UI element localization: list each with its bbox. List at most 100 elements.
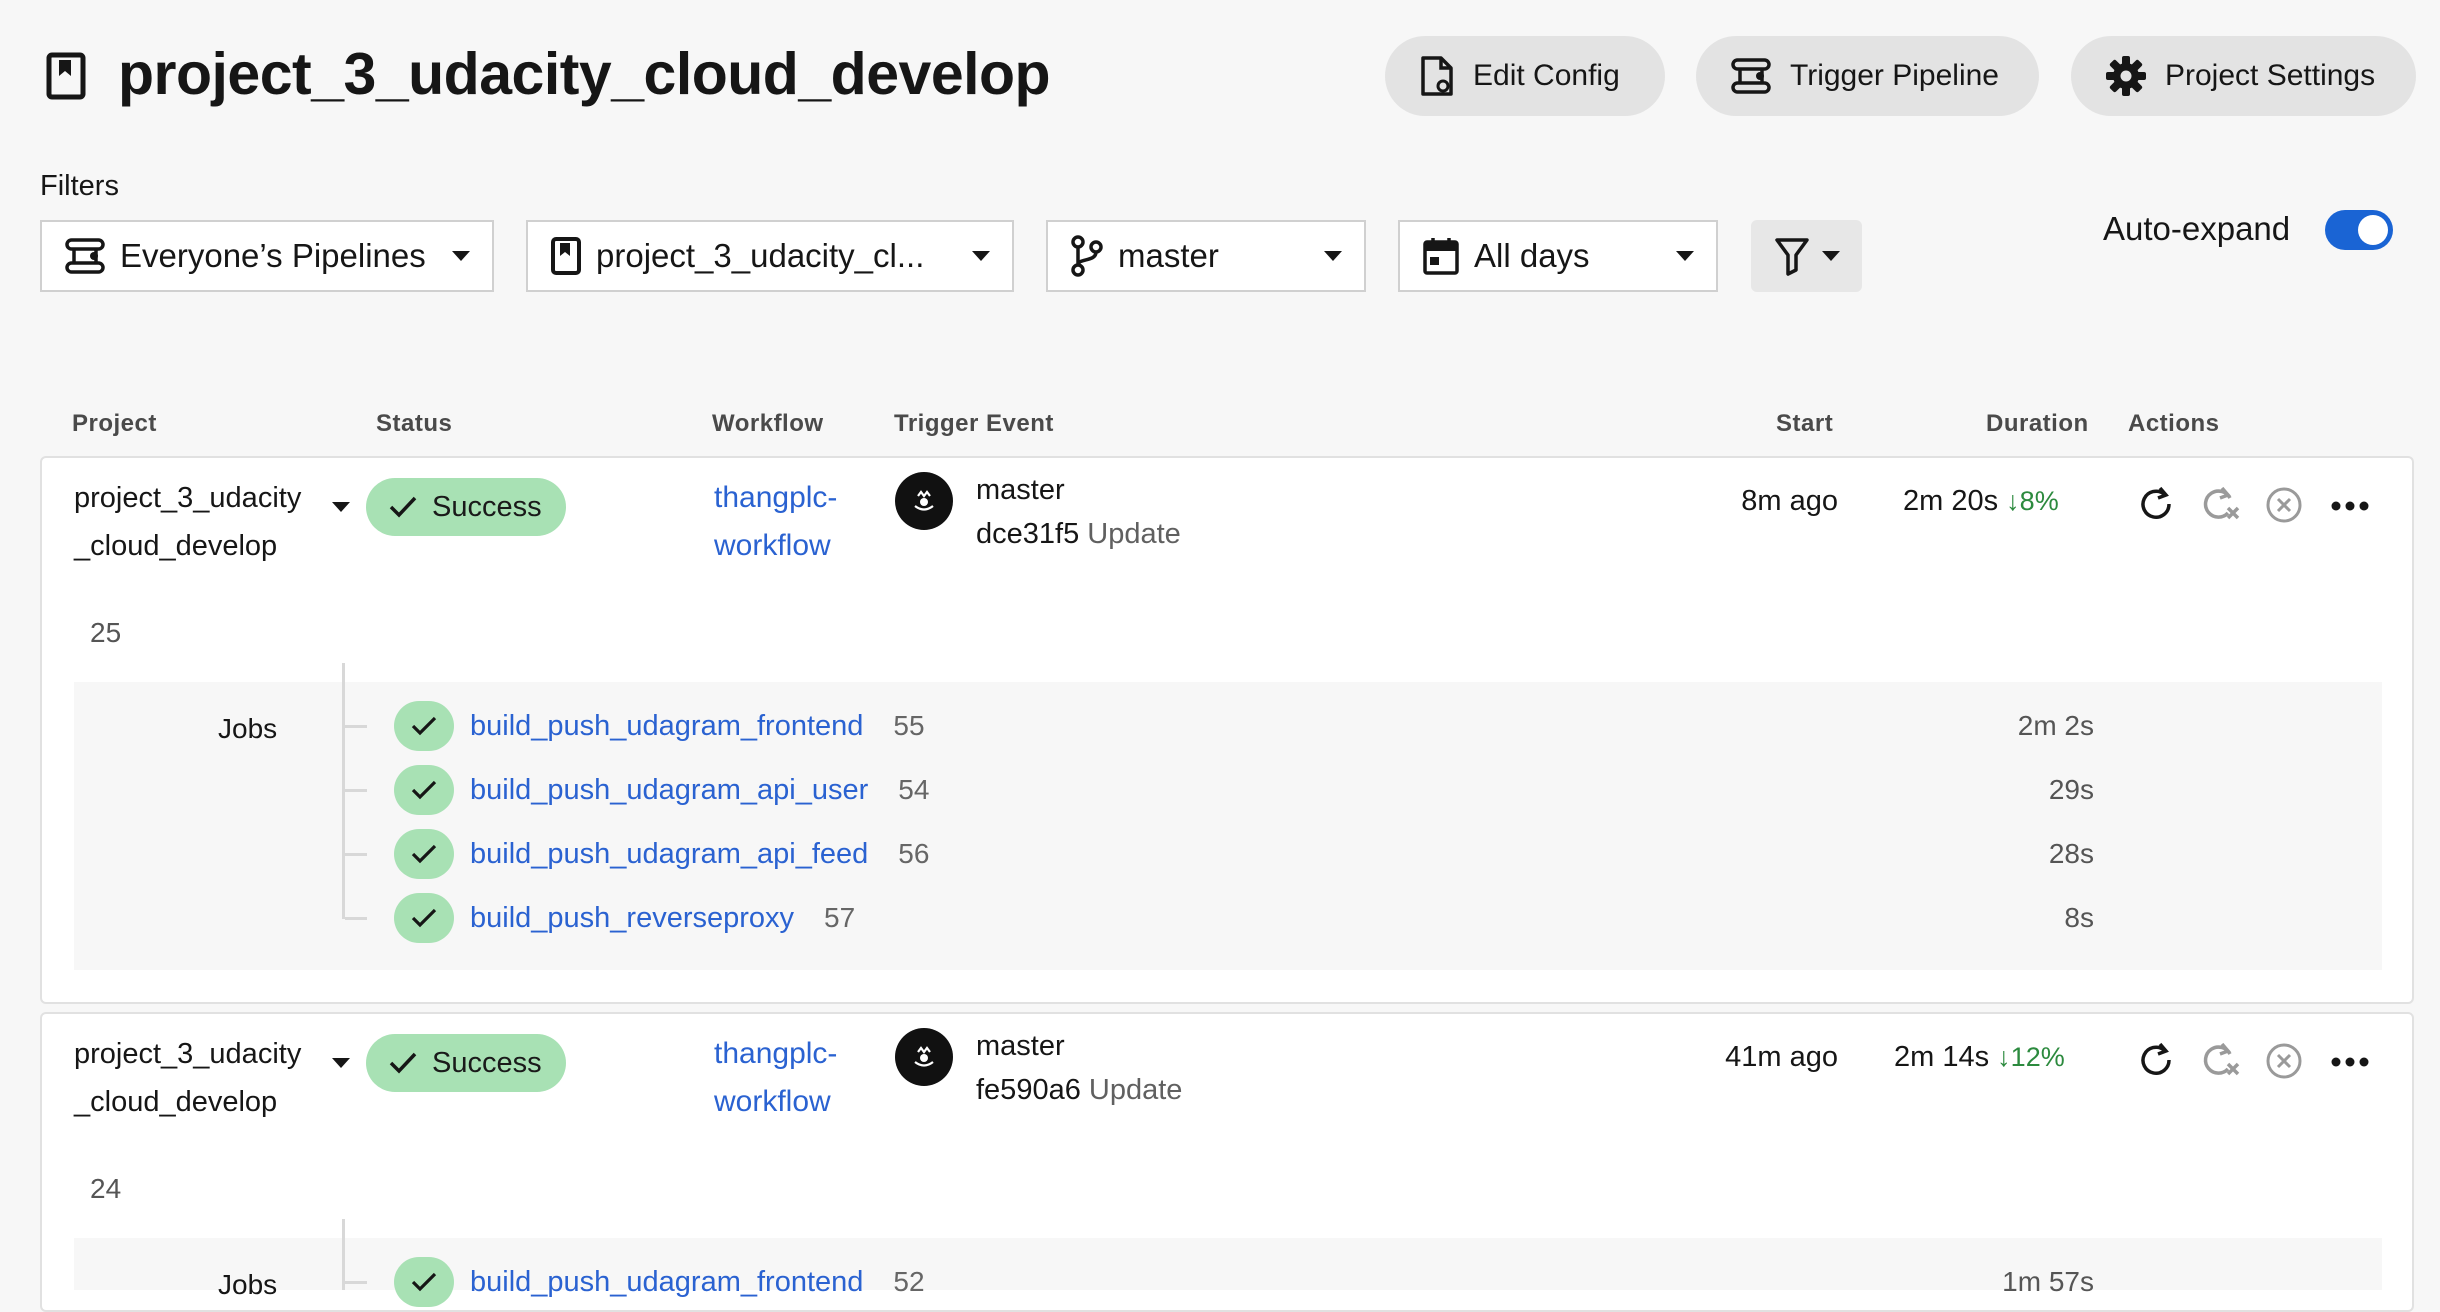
more-button[interactable] [2330, 500, 2370, 512]
start-time: 41m ago [1725, 1041, 1838, 1073]
job-number: 55 [893, 710, 925, 741]
rerun-button[interactable] [2136, 484, 2176, 524]
more-dots-icon [2330, 500, 2370, 512]
funnel-icon [1774, 236, 1810, 276]
git-branch-icon [1070, 235, 1104, 277]
job-name[interactable]: build_push_reverseproxy [470, 902, 794, 935]
auto-expand-label: Auto-expand [2103, 210, 2291, 247]
cancel-button[interactable] [2265, 486, 2303, 524]
collapse-caret-icon[interactable] [332, 1058, 350, 1068]
pipelines-filter-dropdown[interactable]: Everyone’s Pipelines [40, 220, 494, 292]
tree-branch [345, 725, 367, 728]
branch-filter-value: master [1118, 237, 1219, 274]
pipeline-number: 24 [90, 1173, 122, 1204]
job-name[interactable]: build_push_udagram_api_user [470, 774, 868, 807]
job-duration: 1m 57s [2002, 1266, 2094, 1297]
tree-branch [345, 917, 367, 920]
rerun-failed-button[interactable] [2200, 484, 2242, 524]
project-filter-value: project_3_udacity_cl... [596, 237, 925, 274]
column-project: Project [72, 410, 157, 437]
rerun-icon [2136, 484, 2176, 524]
job-number: 57 [824, 902, 856, 933]
column-workflow: Workflow [712, 410, 824, 437]
jobs-tree-line [342, 1219, 345, 1290]
project-settings-button[interactable]: Project Settings [2071, 36, 2416, 116]
status-badge[interactable]: Success [366, 1034, 566, 1092]
chevron-down-icon [452, 251, 470, 261]
duration-change-percent: 8% [2019, 486, 2059, 516]
duration-value: 2m 20s [1903, 485, 1999, 517]
cancel-button[interactable] [2265, 1042, 2303, 1080]
pipeline-icon [1730, 57, 1772, 95]
collapse-caret-icon[interactable] [332, 502, 350, 512]
status-label: Success [432, 490, 542, 523]
cancel-icon [2265, 1042, 2303, 1080]
tree-branch [345, 789, 367, 792]
project-bookmark-icon [550, 236, 582, 276]
rerun-button[interactable] [2136, 1040, 2176, 1080]
calendar-icon [1422, 236, 1460, 276]
trigger-commit: fe590a6 Update [976, 1074, 1182, 1107]
rerun-failed-button[interactable] [2200, 1040, 2242, 1080]
edit-config-button[interactable]: Edit Config [1385, 36, 1665, 116]
auto-expand-toggle[interactable] [2325, 210, 2393, 250]
job-success-icon [394, 1257, 454, 1307]
job-row: build_push_udagram_api_feed 56 [394, 829, 929, 879]
job-name[interactable]: build_push_udagram_frontend [470, 710, 863, 743]
column-duration: Duration [1986, 410, 2089, 437]
advanced-filter-button[interactable] [1751, 220, 1862, 292]
trigger-pipeline-button[interactable]: Trigger Pipeline [1696, 36, 2039, 116]
job-row: build_push_udagram_api_user 54 [394, 765, 929, 815]
job-duration: 8s [2064, 902, 2094, 933]
job-success-icon [394, 701, 454, 751]
file-gear-icon [1419, 55, 1455, 97]
column-status: Status [376, 410, 453, 437]
duration: 2m 14s ↓12% [1894, 1041, 2065, 1074]
project-settings-label: Project Settings [2165, 59, 2376, 92]
page-title: project_3_udacity_cloud_develop [118, 41, 1051, 107]
branch-filter-dropdown[interactable]: master [1046, 220, 1366, 292]
job-duration: 29s [2048, 774, 2094, 805]
more-button[interactable] [2330, 1056, 2370, 1068]
filters-label: Filters [40, 170, 119, 202]
job-duration: 2m 2s [2017, 710, 2094, 741]
job-name[interactable]: build_push_udagram_frontend [470, 1266, 863, 1299]
pipeline-icon [64, 237, 106, 275]
days-filter-value: All days [1474, 237, 1590, 274]
cancel-icon [2265, 486, 2303, 524]
workflow-link[interactable]: thangplc-workflow [714, 474, 874, 570]
duration-value: 2m 14s [1894, 1041, 1990, 1073]
gear-icon [2105, 55, 2147, 97]
chevron-down-icon [1821, 251, 1840, 261]
project-filter-dropdown[interactable]: project_3_udacity_cl... [526, 220, 1014, 292]
job-number: 54 [898, 774, 930, 805]
job-name[interactable]: build_push_udagram_api_feed [470, 838, 868, 871]
commit-hash[interactable]: fe590a6 [976, 1074, 1081, 1106]
chevron-down-icon [972, 251, 990, 261]
job-duration: 28s [2048, 838, 2094, 869]
project-bookmark-icon [46, 52, 86, 100]
column-trigger-event: Trigger Event [894, 410, 1054, 437]
pipeline-project-name[interactable]: project_3_udacity_cloud_develop [74, 474, 304, 570]
trigger-branch[interactable]: master [976, 1030, 1065, 1063]
duration-change-percent: 12% [2010, 1042, 2065, 1072]
avatar [895, 472, 953, 530]
rerun-failed-icon [2200, 484, 2242, 524]
trigger-branch[interactable]: master [976, 474, 1065, 507]
rerun-icon [2136, 1040, 2176, 1080]
status-badge[interactable]: Success [366, 478, 566, 536]
trigger-pipeline-label: Trigger Pipeline [1790, 59, 1999, 92]
commit-hash[interactable]: dce31f5 [976, 518, 1079, 550]
commit-message: Update [1088, 1074, 1183, 1106]
job-number: 56 [898, 838, 930, 869]
pipeline-project-name[interactable]: project_3_udacity_cloud_develop [74, 1030, 304, 1126]
tree-branch [345, 1281, 367, 1284]
column-start: Start [1776, 410, 1834, 437]
duration: 2m 20s ↓8% [1903, 485, 2059, 518]
workflow-link[interactable]: thangplc-workflow [714, 1030, 874, 1126]
job-success-icon [394, 893, 454, 943]
commit-message: Update [1087, 518, 1181, 550]
days-filter-dropdown[interactable]: All days [1398, 220, 1718, 292]
tree-branch [345, 853, 367, 856]
more-dots-icon [2330, 1056, 2370, 1068]
